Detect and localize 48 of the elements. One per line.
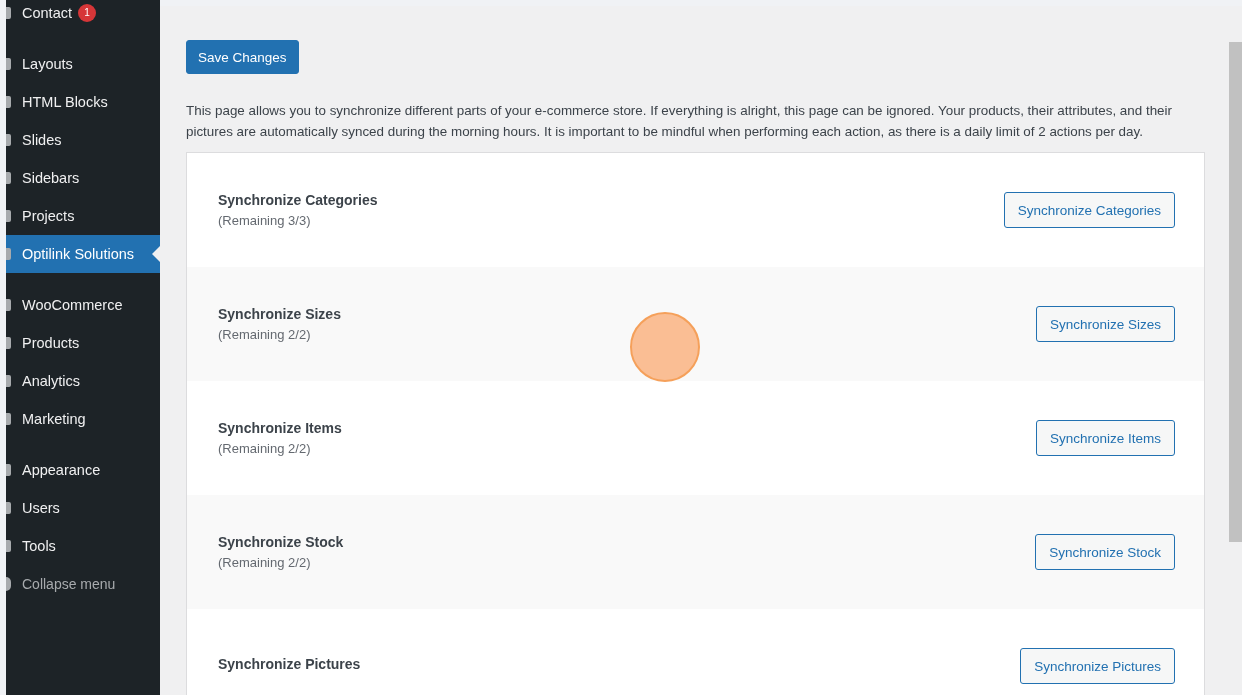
sync-title: Synchronize Stock [218, 534, 344, 550]
sidebar-menu-item[interactable]: Marketing [6, 400, 160, 438]
sidebar-menu-item[interactable]: Analytics [6, 362, 160, 400]
menu-icon [6, 248, 11, 260]
menu-icon [6, 7, 11, 19]
menu-icon [6, 540, 11, 552]
menu-icon [6, 172, 11, 184]
sidebar-menu-item[interactable]: Contact 1 [6, 0, 160, 32]
description-text: This page allows you to synchronize different parts of your e-commerce store. If everything is alright, this page can be ignored. Your products, their attributes, and their pictures are automatically synced during the morning hours. It is important to be mindful when performing each action, as there is a daily limit of 2 actions per day. [186, 102, 1173, 141]
save-changes-button[interactable]: Save Changes [186, 40, 299, 74]
remaining-count: (Remaining 2/2) [218, 555, 312, 570]
sidebar-menu-item[interactable]: Appearance [6, 451, 160, 489]
sidebar-menu-item[interactable]: Products [6, 324, 160, 362]
menu-icon [6, 58, 11, 70]
remaining-count: (Remaining 3/3) [218, 213, 312, 228]
menu-icon [6, 134, 11, 146]
menu-icon [6, 210, 11, 222]
sync-title: Synchronize Sizes [218, 306, 341, 322]
notification-badge: 1 [78, 4, 96, 22]
menu-icon [6, 337, 11, 349]
remaining-count: (Remaining 2/2) [218, 441, 312, 456]
menu-icon [6, 577, 11, 591]
sidebar-menu-item[interactable]: Users [6, 489, 160, 527]
sync-title: Synchronize Pictures [218, 655, 361, 672]
menu-icon [6, 413, 11, 425]
synchronize-button[interactable]: Synchronize Stock [1035, 534, 1175, 570]
sidebar-menu-item[interactable]: Sidebars [6, 159, 160, 197]
remaining-count: (Remaining 2/2) [218, 327, 312, 342]
synchronize-button[interactable]: Synchronize Sizes [1035, 306, 1175, 342]
menu-icon [6, 464, 11, 476]
sidebar-menu-item[interactable]: Layouts [6, 45, 160, 83]
sidebar-menu-item[interactable]: Tools [6, 527, 160, 565]
menu-icon [6, 502, 11, 514]
sidebar-menu-item[interactable]: HTML Blocks [6, 83, 160, 121]
sidebar-menu-item[interactable]: WooCommerce [6, 286, 160, 324]
sidebar-menu-item[interactable]: Slides [6, 121, 160, 159]
sidebar-menu-item[interactable]: Optilink Solutions [6, 235, 160, 273]
sync-title: Synchronize Categories [218, 192, 378, 208]
menu-icon [6, 96, 11, 108]
menu-icon [6, 299, 11, 311]
synchronize-button[interactable]: Synchronize Pictures [1020, 648, 1175, 684]
collapse-menu-button[interactable]: Collapse menu [6, 565, 160, 603]
sidebar-menu-item[interactable]: Projects [6, 197, 160, 235]
sync-title: Synchronize Items [218, 420, 342, 436]
synchronize-button[interactable]: Synchronize Items [1035, 420, 1175, 456]
menu-icon [6, 375, 11, 387]
scrollbar-thumb[interactable] [1229, 42, 1242, 542]
synchronize-button[interactable]: Synchronize Categories [1003, 192, 1175, 228]
